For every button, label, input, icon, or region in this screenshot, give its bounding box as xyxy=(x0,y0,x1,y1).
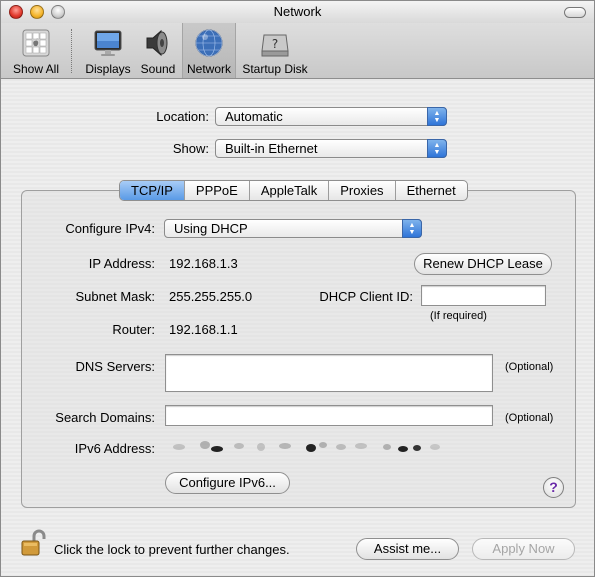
search-domains-field[interactable] xyxy=(165,405,493,426)
tab-proxies[interactable]: Proxies xyxy=(329,181,396,200)
ipv6-address-label: IPv6 Address: xyxy=(74,441,155,456)
toolbar-label: Displays xyxy=(85,62,131,76)
location-label: Location: xyxy=(156,109,209,124)
configure-ipv6-button[interactable]: Configure IPv6... xyxy=(165,472,290,494)
dns-optional-note: (Optional) xyxy=(505,361,554,373)
toolbar-label: Network xyxy=(186,62,231,76)
tab-appletalk[interactable]: AppleTalk xyxy=(250,181,330,200)
network-globe-icon xyxy=(195,29,223,57)
subnet-mask-value: 255.255.255.0 xyxy=(169,289,253,304)
location-popup[interactable]: Automatic ▲ ▼ xyxy=(215,107,447,126)
configure-ipv4-value: Using DHCP xyxy=(174,221,248,236)
show-popup[interactable]: Built-in Ethernet ▲ ▼ xyxy=(215,139,447,158)
dhcp-client-id-label: DHCP Client ID: xyxy=(319,289,413,304)
toolbar-toggle-button[interactable] xyxy=(564,7,586,18)
settings-tabs: TCP/IP PPPoE AppleTalk Proxies Ethernet xyxy=(119,180,468,201)
show-value: Built-in Ethernet xyxy=(225,141,318,156)
help-button[interactable]: ? xyxy=(543,477,564,498)
location-value: Automatic xyxy=(225,109,283,124)
toolbar-network[interactable]: Network xyxy=(182,23,236,78)
lock-message: Click the lock to prevent further change… xyxy=(54,542,290,557)
network-preferences-window: Network Show All Displays Sound Network … xyxy=(0,0,595,577)
toolbar-label: Startup Disk xyxy=(242,62,308,76)
popup-arrows-icon: ▲ ▼ xyxy=(427,139,447,158)
apple-show-all-icon xyxy=(22,29,50,57)
startup-disk-icon: ? xyxy=(261,34,289,57)
svg-text:?: ? xyxy=(272,37,278,51)
tab-ethernet[interactable]: Ethernet xyxy=(396,181,467,200)
tab-tcp-ip[interactable]: TCP/IP xyxy=(120,181,185,200)
search-optional-note: (Optional) xyxy=(505,412,554,424)
dhcp-client-id-field[interactable] xyxy=(421,285,546,306)
popup-arrows-icon: ▲ ▼ xyxy=(402,219,422,238)
dns-servers-field[interactable] xyxy=(165,354,493,392)
title-bar: Network xyxy=(1,1,594,23)
tab-pppoe[interactable]: PPPoE xyxy=(185,181,250,200)
show-label: Show: xyxy=(172,141,209,156)
search-domains-label: Search Domains: xyxy=(55,410,155,425)
apply-now-button[interactable]: Apply Now xyxy=(472,538,575,560)
toolbar-separator xyxy=(71,29,72,73)
popup-arrows-icon: ▲ ▼ xyxy=(427,107,447,126)
toolbar-label: Sound xyxy=(140,62,176,76)
toolbar-displays[interactable]: Displays xyxy=(80,23,136,78)
display-icon xyxy=(94,30,122,56)
toolbar-label: Show All xyxy=(12,62,60,76)
router-value: 192.168.1.1 xyxy=(169,322,238,337)
configure-ipv4-label: Configure IPv4: xyxy=(65,221,155,236)
speaker-icon xyxy=(146,29,168,57)
question-mark-icon: ? xyxy=(549,479,558,495)
if-required-note: (If required) xyxy=(430,310,487,322)
window-title: Network xyxy=(273,4,322,19)
ip-address-value: 192.168.1.3 xyxy=(169,256,238,271)
configure-ipv4-popup[interactable]: Using DHCP ▲ ▼ xyxy=(164,219,422,238)
preferences-toolbar: Show All Displays Sound Network ? Startu… xyxy=(1,23,594,79)
renew-dhcp-lease-button[interactable]: Renew DHCP Lease xyxy=(414,253,552,275)
toolbar-startup-disk[interactable]: ? Startup Disk xyxy=(239,23,311,78)
subnet-mask-label: Subnet Mask: xyxy=(75,289,156,304)
router-label: Router: xyxy=(112,322,155,337)
ip-address-label: IP Address: xyxy=(88,256,155,271)
toolbar-sound[interactable]: Sound xyxy=(137,23,179,78)
padlock-open-icon[interactable] xyxy=(20,528,46,558)
dns-servers-label: DNS Servers: xyxy=(75,359,155,374)
ipv6-address-redacted xyxy=(173,441,440,452)
assist-me-button[interactable]: Assist me... xyxy=(356,538,459,560)
toolbar-show-all[interactable]: Show All xyxy=(5,23,67,78)
